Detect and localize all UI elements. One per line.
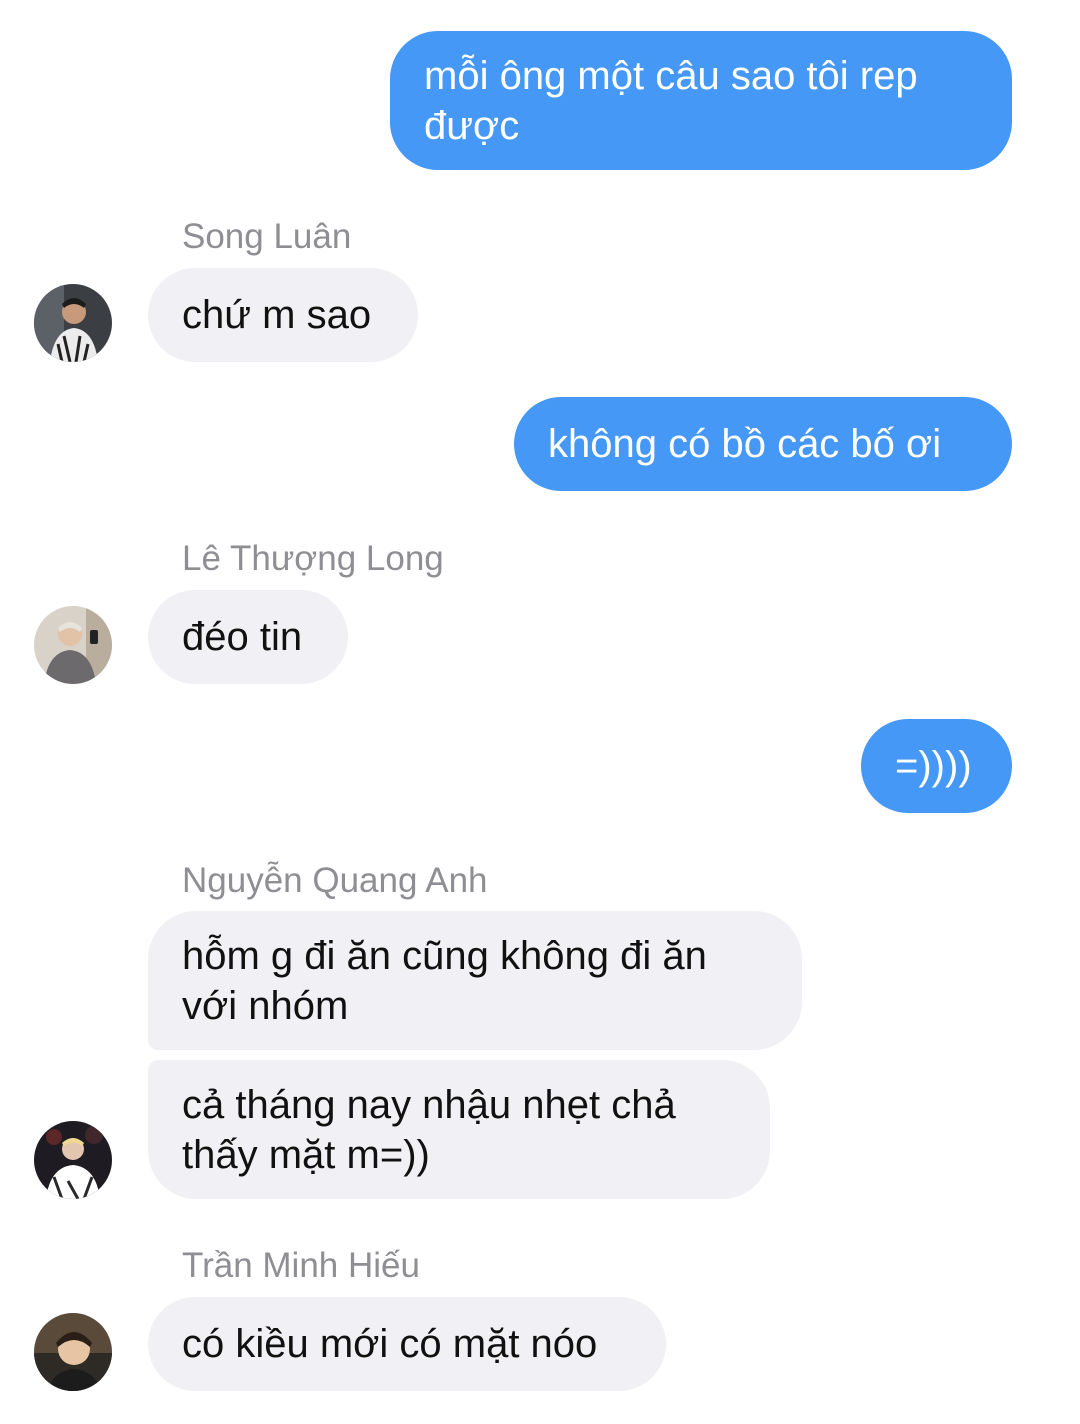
avatar[interactable] xyxy=(34,1121,112,1199)
avatar[interactable] xyxy=(34,1313,112,1391)
message-text: có kiều mới có mặt nóo xyxy=(182,1322,598,1366)
outgoing-message[interactable]: =)))) xyxy=(861,719,1012,813)
sender-name: Lê Thượng Long xyxy=(182,539,444,578)
avatar-photo-icon xyxy=(34,1121,112,1199)
sender-name: Song Luân xyxy=(182,217,352,256)
avatar-photo-icon xyxy=(34,1313,112,1391)
sender-name: Nguyễn Quang Anh xyxy=(182,861,488,900)
avatar[interactable] xyxy=(34,606,112,684)
message-text: đéo tin xyxy=(182,615,303,659)
avatar-photo-icon xyxy=(34,606,112,684)
incoming-message[interactable]: hỗm g đi ăn cũng không đi ăn với nhóm xyxy=(148,911,802,1050)
message-text: =)))) xyxy=(895,744,972,788)
sender-name: Trần Minh Hiếu xyxy=(182,1246,420,1285)
avatar[interactable] xyxy=(34,284,112,362)
message-text: cả tháng nay nhậu nhẹt chả thấy mặt m=)) xyxy=(182,1082,687,1177)
message-text: không có bồ các bố ơi xyxy=(548,422,942,466)
message-text: chứ m sao xyxy=(182,293,372,337)
incoming-message[interactable]: có kiều mới có mặt nóo xyxy=(148,1297,666,1391)
outgoing-message[interactable]: không có bồ các bố ơi xyxy=(514,397,1012,491)
message-text: hỗm g đi ăn cũng không đi ăn với nhóm xyxy=(182,933,718,1028)
message-text: mỗi ông một câu sao tôi rep được xyxy=(424,53,929,148)
incoming-message[interactable]: chứ m sao xyxy=(148,268,418,362)
avatar-photo-icon xyxy=(34,284,112,362)
outgoing-message[interactable]: mỗi ông một câu sao tôi rep được xyxy=(390,31,1012,170)
incoming-message[interactable]: cả tháng nay nhậu nhẹt chả thấy mặt m=)) xyxy=(148,1060,770,1199)
incoming-message[interactable]: đéo tin xyxy=(148,590,348,684)
